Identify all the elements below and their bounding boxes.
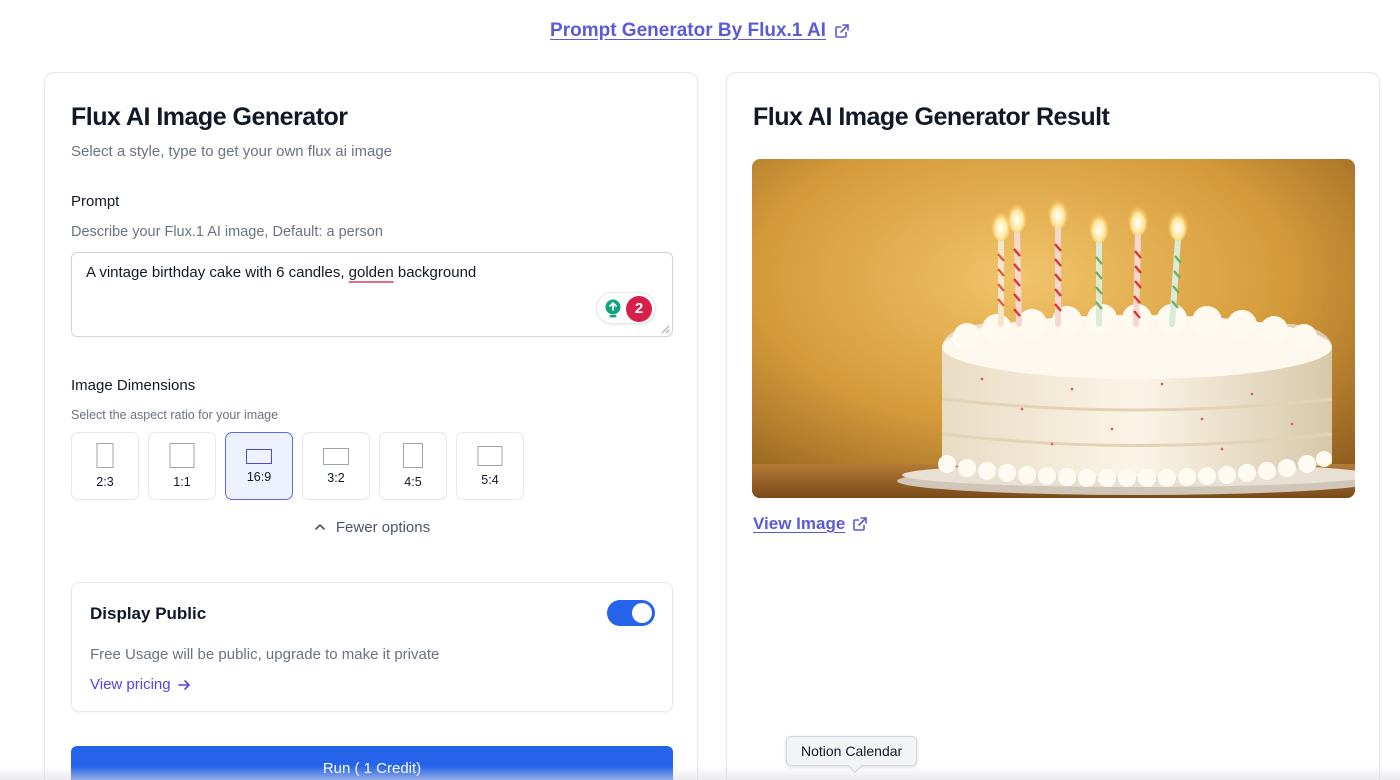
external-link-icon — [835, 24, 849, 38]
prompt-value: A vintage birthday cake with 6 candles, … — [86, 264, 477, 281]
prompt-generator-link-label: Prompt Generator By Flux.1 AI — [550, 20, 826, 41]
display-public-title: Display Public — [90, 604, 207, 623]
prompt-help: Describe your Flux.1 AI image, Default: … — [71, 224, 383, 240]
view-image-link[interactable]: View Image — [753, 514, 868, 534]
generator-title: Flux AI Image Generator — [71, 103, 348, 131]
result-card: Flux AI Image Generator Result View Imag… — [726, 72, 1380, 780]
portrait-shape-icon — [403, 443, 423, 468]
landscape-shape-icon — [477, 446, 503, 466]
display-public-description: Free Usage will be public, upgrade to ma… — [90, 646, 440, 663]
ratio-option-4-5[interactable]: 4:5 — [379, 432, 447, 500]
prompt-label: Prompt — [71, 193, 120, 210]
result-title: Flux AI Image Generator Result — [753, 103, 1110, 131]
generated-image[interactable] — [752, 159, 1355, 498]
display-public-panel: Display Public Free Usage will be public… — [71, 582, 673, 712]
ratio-option-2-3[interactable]: 2:3 — [71, 432, 139, 500]
prompt-textarea[interactable]: A vintage birthday cake with 6 candles, … — [71, 252, 673, 337]
dimensions-label: Image Dimensions — [71, 377, 196, 394]
view-pricing-link[interactable]: View pricing — [90, 676, 191, 693]
dimensions-help: Select the aspect ratio for your image — [71, 408, 279, 422]
generator-card: Flux AI Image Generator Select a style, … — [44, 72, 698, 780]
ratio-option-16-9[interactable]: 16:9 — [225, 432, 293, 500]
landscape-shape-icon — [323, 448, 349, 465]
grammar-checker-badge[interactable]: 2 — [596, 292, 656, 324]
grammar-issue-count: 2 — [626, 296, 652, 322]
square-shape-icon — [169, 443, 195, 468]
arrow-right-icon — [177, 679, 190, 690]
portrait-shape-icon — [96, 443, 114, 468]
birthday-cake-image — [752, 159, 1355, 498]
prompt-generator-link[interactable]: Prompt Generator By Flux.1 AI — [550, 20, 850, 42]
grammar-assistant-icon — [605, 299, 621, 318]
ratio-option-3-2[interactable]: 3:2 — [302, 432, 370, 500]
notion-calendar-tooltip: Notion Calendar — [786, 736, 918, 774]
ratio-option-1-1[interactable]: 1:1 — [148, 432, 216, 500]
chevron-up-icon — [315, 524, 325, 530]
run-button[interactable]: Run ( 1 Credit) — [71, 746, 673, 780]
aspect-ratio-options: 2:3 1:1 16:9 3:2 4:5 5:4 — [71, 432, 524, 500]
fewer-options-toggle[interactable]: Fewer options — [45, 519, 699, 536]
display-public-toggle[interactable] — [607, 600, 655, 626]
landscape-shape-icon — [246, 449, 272, 464]
toggle-knob — [632, 603, 652, 623]
generator-subtitle: Select a style, type to get your own flu… — [71, 143, 392, 160]
ratio-option-5-4[interactable]: 5:4 — [456, 432, 524, 500]
spelling-flag: golden — [348, 264, 394, 281]
resize-handle-icon[interactable] — [661, 325, 670, 334]
header: Prompt Generator By Flux.1 AI — [0, 20, 1400, 42]
external-link-icon — [853, 517, 868, 531]
